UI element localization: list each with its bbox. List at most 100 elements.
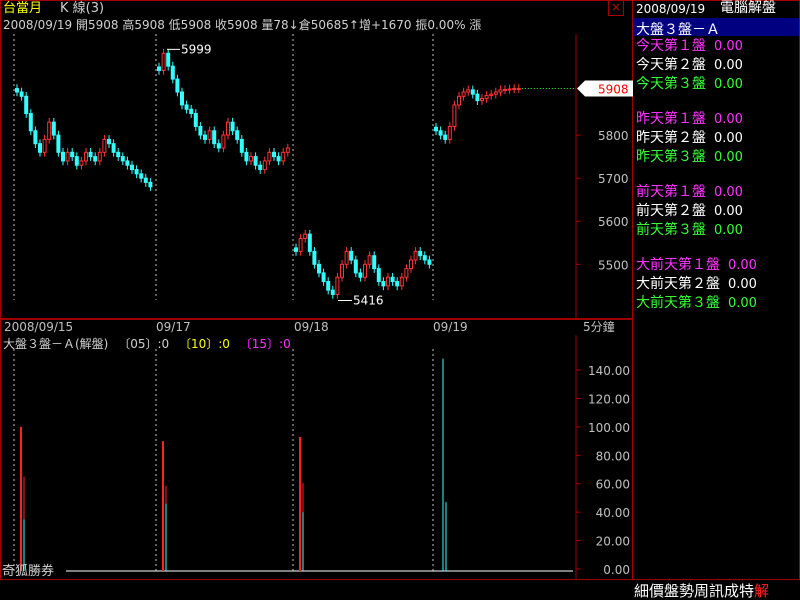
candle-body — [381, 281, 386, 287]
candle-body — [512, 88, 517, 91]
candle-body — [180, 91, 184, 106]
candle-body — [107, 138, 111, 145]
sidebar-date: 2008/09/19 — [636, 2, 706, 16]
candle-body — [116, 151, 121, 158]
sidebar-item-label: 今天第２盤 — [636, 57, 706, 73]
sidebar-item-value: 0.00 — [714, 185, 743, 200]
candle-body — [457, 95, 461, 106]
candle-body — [438, 130, 443, 136]
sidebar-item-value: 0.00 — [728, 258, 757, 273]
candle-body — [294, 247, 298, 252]
sidebar-item[interactable]: 前天第２盤 0.00 — [636, 203, 743, 220]
candle-body — [317, 263, 321, 274]
period-label[interactable]: 5分鐘 — [583, 320, 615, 334]
sidebar-item-value: 0.00 — [714, 223, 743, 238]
price-chart: 5500 5600 5700 5800 5908 5999 5416 — [13, 34, 633, 319]
sidebar-selected-item[interactable]: 大盤３盤－Ａ — [633, 18, 799, 38]
param-10: 〔10〕:0 — [178, 337, 230, 351]
param-05: 〔05〕:0 — [118, 337, 170, 351]
candle-body — [516, 88, 521, 91]
sidebar-item-value: 0.00 — [714, 204, 743, 219]
candle-body — [503, 88, 507, 91]
candle-body — [330, 289, 335, 295]
candle-body — [189, 108, 194, 115]
price-tick-label: 5800 — [598, 129, 629, 143]
sidebar-item-value: 0.00 — [714, 77, 743, 92]
sidebar-item[interactable]: 大前天第３盤 0.00 — [636, 295, 757, 312]
candle-body — [88, 151, 93, 158]
candle-body — [226, 121, 230, 136]
candle-body — [221, 134, 226, 149]
sidebar-item[interactable]: 今天第３盤 0.00 — [636, 76, 743, 93]
candle-body — [244, 151, 249, 162]
candle-body — [249, 156, 253, 162]
sidebar-item-label: 今天第１盤 — [636, 38, 706, 54]
candle-body — [33, 130, 38, 145]
price-tick-label: 5600 — [598, 215, 629, 229]
indicator-title: 大盤３盤－Ａ(解盤) 〔05〕:0 〔10〕:0 〔15〕:0 — [3, 337, 291, 351]
sidebar-item[interactable]: 前天第３盤 0.00 — [636, 222, 743, 239]
candle-body — [418, 250, 423, 257]
candle-body — [19, 91, 24, 97]
candle-body — [15, 88, 19, 93]
candle-body — [413, 250, 418, 261]
candle-body — [193, 113, 198, 127]
sidebar-item[interactable]: 昨天第１盤 0.00 — [636, 111, 743, 128]
sidebar-item-value: 0.00 — [728, 277, 757, 292]
candle-body — [312, 250, 317, 265]
price-flag-label: 5908 — [598, 83, 629, 97]
sidebar-item[interactable]: 今天第２盤 0.00 — [636, 57, 743, 74]
candle-body — [139, 173, 144, 179]
news-ticker: 細價盤勢周訊成特解 — [634, 582, 769, 600]
candle-body — [349, 250, 354, 261]
sidebar-item-value: 0.00 — [714, 150, 743, 165]
candle-body — [134, 169, 139, 175]
sidebar-title[interactable]: 電腦解盤 — [720, 1, 776, 15]
candle-body — [143, 177, 148, 183]
candle-body — [84, 151, 88, 162]
candle-body — [303, 233, 308, 239]
x-label-1: 09/17 — [156, 320, 191, 334]
candle-body — [353, 259, 358, 274]
candle-body — [461, 91, 466, 97]
sidebar-item[interactable]: 大前天第２盤 0.00 — [636, 276, 757, 293]
candle-body — [79, 160, 84, 166]
candle-body — [65, 151, 70, 162]
candle-body — [207, 130, 212, 140]
sidebar-item[interactable]: 今天第１盤 0.00 — [636, 38, 743, 55]
candle-body — [493, 91, 498, 95]
sidebar-item[interactable]: 昨天第３盤 0.00 — [636, 149, 743, 166]
candle-body — [507, 88, 512, 91]
candle-body — [38, 143, 42, 153]
sidebar-item[interactable]: 昨天第２盤 0.00 — [636, 130, 743, 147]
candle-body — [253, 156, 258, 166]
x-label-3: 09/19 — [433, 320, 468, 334]
sidebar-item[interactable]: 大前天第１盤 0.00 — [636, 257, 757, 274]
indicator-chart: 0.00 20.00 40.00 60.00 80.00 100.00 120.00 140.… — [13, 335, 630, 580]
x-label-0: 2008/09/15 — [4, 320, 74, 334]
indicator-tick-label: 120.00 — [588, 392, 630, 406]
indicator-name: 大盤３盤－Ａ(解盤) — [3, 337, 109, 351]
candle-body — [28, 113, 33, 132]
candle-body — [203, 134, 207, 140]
candle-body — [111, 143, 116, 153]
candle-body — [262, 160, 267, 171]
candle-body — [480, 97, 484, 102]
candle-body — [130, 164, 134, 171]
candle-body — [272, 151, 276, 158]
candle-body — [409, 259, 413, 270]
candle-body — [422, 255, 427, 261]
candle-body — [184, 104, 189, 110]
candle-body — [51, 121, 56, 136]
sidebar-item-label: 前天第３盤 — [636, 222, 706, 238]
ticker-text: 細價盤勢周訊成特 — [634, 582, 755, 600]
sidebar-item-value: 0.00 — [714, 39, 743, 54]
candle-body — [276, 156, 281, 162]
candle-body — [390, 276, 395, 283]
sidebar-item[interactable]: 前天第１盤 0.00 — [636, 184, 743, 201]
candle-body — [175, 78, 180, 93]
candle-body — [484, 94, 489, 99]
high-annotation: 5999 — [181, 42, 212, 56]
sidebar-item-label: 大前天第２盤 — [636, 276, 720, 292]
sidebar-item-label: 前天第１盤 — [636, 184, 706, 200]
